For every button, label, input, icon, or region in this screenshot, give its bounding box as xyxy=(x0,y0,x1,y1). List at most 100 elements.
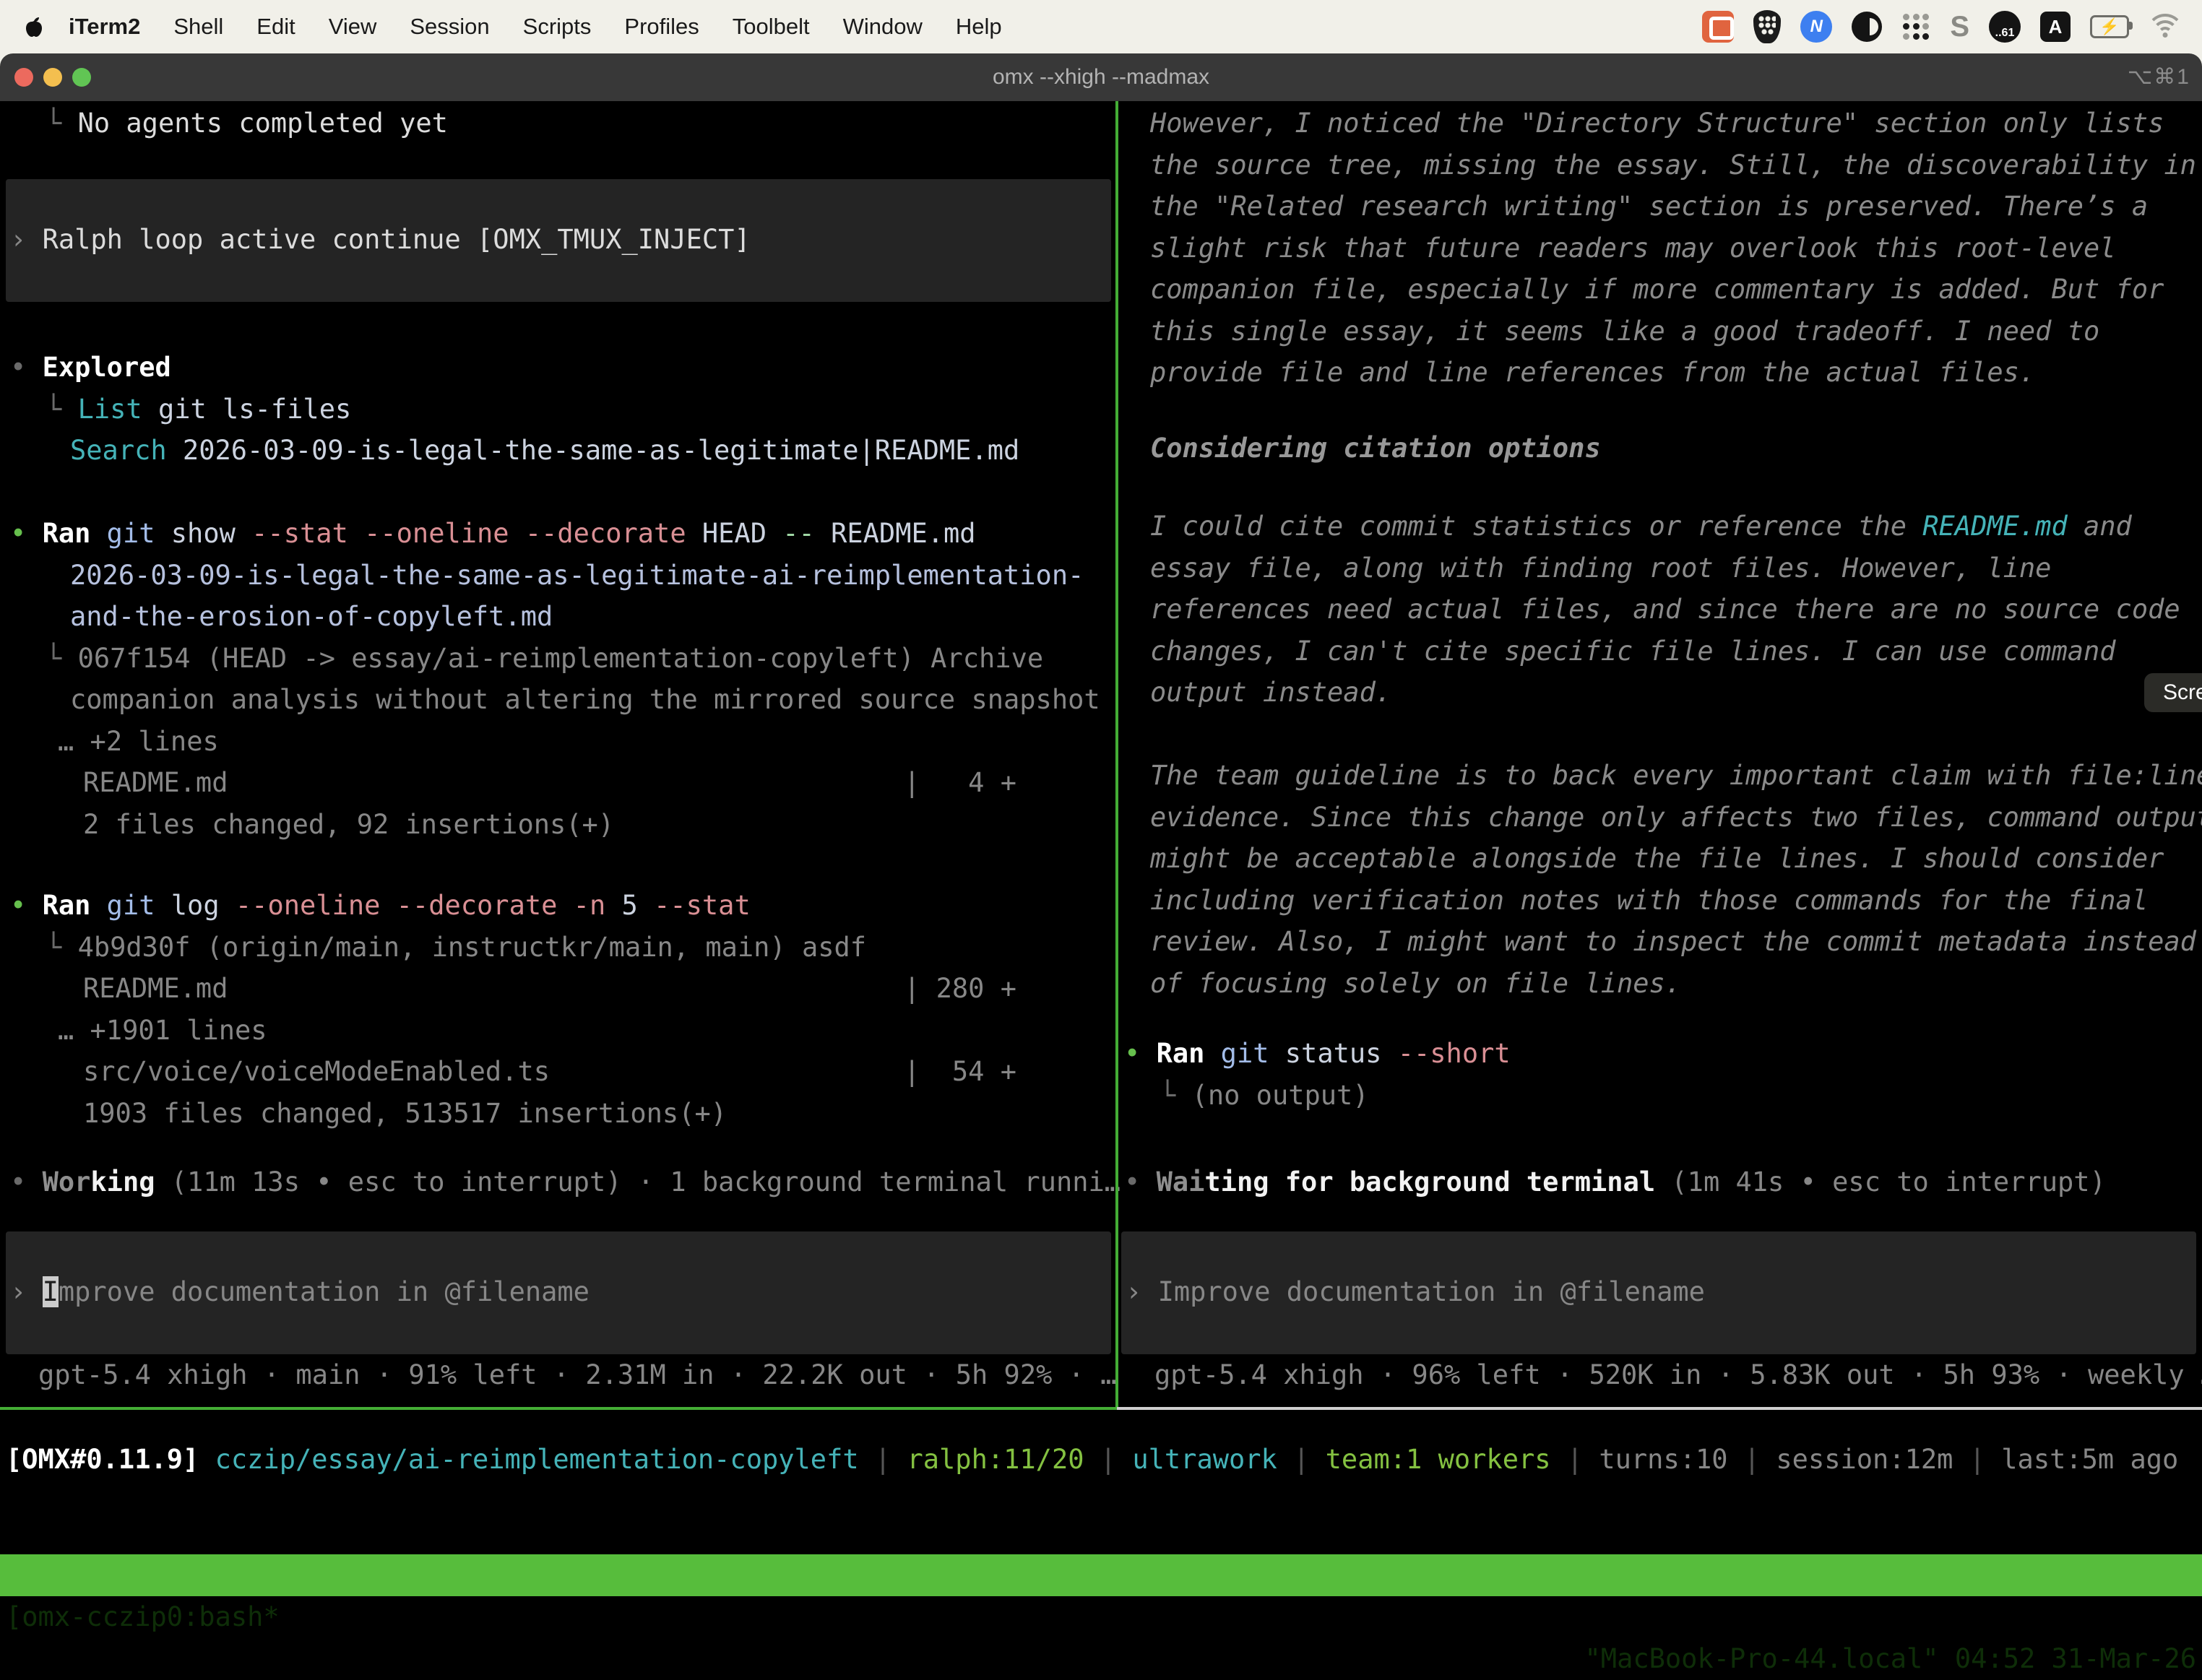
screen-share-label: Scre xyxy=(2163,680,2202,705)
terminal-line: └ 4b9d30f (origin/main, instructkr/main,… xyxy=(0,927,1116,969)
terminal-line: references need actual files, and since … xyxy=(1118,589,2202,631)
terminal-line: including verification notes with those … xyxy=(1118,880,2202,922)
terminal-block: › Improve documentation in @filename xyxy=(1118,1271,2202,1313)
menu-item-shell[interactable]: Shell xyxy=(157,14,240,40)
terminal-content[interactable]: └ No agents completed yet › Ralph loop ac… xyxy=(0,101,2202,1410)
terminal-line: … +1901 lines xyxy=(0,1010,1116,1052)
menu-item-edit[interactable]: Edit xyxy=(240,14,311,40)
terminal-line: companion file, especially if more comme… xyxy=(1118,269,2202,311)
terminal-line: and-the-erosion-of-copyleft.md xyxy=(0,596,1116,638)
terminal-line: src/voice/voiceModeEnabled.ts | 54 + xyxy=(0,1051,1116,1093)
terminal-line: the "Related research writing" section i… xyxy=(1118,186,2202,228)
menu-item-toolbelt[interactable]: Toolbelt xyxy=(716,14,826,40)
menu-bar: iTerm2 Shell Edit View Session Scripts P… xyxy=(0,0,2202,53)
terminal-line: output instead. xyxy=(1118,672,2202,714)
right-pane[interactable]: However, I noticed the "Directory Struct… xyxy=(1118,101,2202,1410)
inactive-pane-border xyxy=(1117,1407,2202,1410)
terminal-line: … +2 lines xyxy=(0,721,1116,763)
terminal-line: might be acceptable alongside the file l… xyxy=(1118,838,2202,880)
terminal-line: └ No agents completed yet xyxy=(0,103,1116,144)
terminal-block: └ No agents completed yet xyxy=(0,103,1116,144)
window-shortcut-badge: ⌥⌘1 xyxy=(2128,53,2190,101)
terminal-block: • Ran git show --stat --oneline --decora… xyxy=(0,513,1116,845)
s-curve-icon[interactable]: S xyxy=(1950,11,1969,43)
terminal-line: review. Also, I might want to inspect th… xyxy=(1118,921,2202,963)
prompt-input: › Improve documentation in @filename xyxy=(1118,1271,2202,1313)
terminal-line: 1903 files changed, 513517 insertions(+) xyxy=(0,1093,1116,1135)
terminal-block: • Ran git status --short└ (no output) xyxy=(1118,1033,2202,1116)
terminal-line: The team guideline is to back every impo… xyxy=(1118,755,2202,797)
model-status: gpt-5.4 xhigh · main · 91% left · 2.31M … xyxy=(0,1354,1116,1396)
terminal-line: this single essay, it seems like a good … xyxy=(1118,311,2202,352)
window-title: omx --xhigh --madmax xyxy=(0,53,2202,101)
terminal-line: README.md | 4 + xyxy=(0,762,1116,804)
menu-item-help[interactable]: Help xyxy=(939,14,1019,40)
tmux-status-bar: [omx-cczip0:bash* "MacBook-Pro-44.local"… xyxy=(0,1554,2202,1596)
ralph-loop-status: › Ralph loop active continue [OMX_TMUX_I… xyxy=(0,219,1116,261)
terminal-line: 2026-03-09-is-legal-the-same-as-legitima… xyxy=(0,555,1116,597)
omx-status-line: [OMX#0.11.9] cczip/essay/ai-reimplementa… xyxy=(6,1439,2178,1480)
terminal-line: However, I noticed the "Directory Struct… xyxy=(1118,103,2202,144)
tmux-host-clock: "MacBook-Pro-44.local" 04:52 31-Mar-26 xyxy=(1585,1638,2196,1680)
terminal-line: └ 067f154 (HEAD -> essay/ai-reimplementa… xyxy=(0,638,1116,680)
model-status: gpt-5.4 xhigh · 96% left · 520K in · 5.8… xyxy=(1118,1354,2202,1396)
shield-grid-icon[interactable] xyxy=(1753,10,1781,43)
menu-items: iTerm2 Shell Edit View Session Scripts P… xyxy=(0,14,1019,40)
thinking-heading: Considering citation options xyxy=(1118,428,2202,469)
prompt-input: › Improve documentation in @filename xyxy=(0,1271,1116,1313)
screen-share-overlay[interactable]: Scre xyxy=(2144,673,2202,712)
terminal-line: Search 2026-03-09-is-legal-the-same-as-l… xyxy=(0,430,1116,472)
terminal-block: • Explored└ List git ls-filesSearch 2026… xyxy=(0,347,1116,472)
keyboard-layout-icon[interactable]: A xyxy=(2040,12,2071,42)
menu-item-view[interactable]: View xyxy=(312,14,394,40)
dots-grid-icon[interactable] xyxy=(1901,12,1930,41)
terminal-line: • Explored xyxy=(0,347,1116,389)
menu-item-iterm2[interactable]: iTerm2 xyxy=(52,14,157,40)
working-status: • Working (11m 13s • esc to interrupt) ·… xyxy=(0,1161,1116,1203)
terminal-block: Considering citation options xyxy=(1118,428,2202,469)
terminal-block: › Ralph loop active continue [OMX_TMUX_I… xyxy=(0,219,1116,261)
terminal-block: • Waiting for background terminal (1m 41… xyxy=(1118,1161,2202,1203)
terminal-line: 2 files changed, 92 insertions(+) xyxy=(0,804,1116,846)
terminal-block: The team guideline is to back every impo… xyxy=(1118,755,2202,1004)
percent-badge-icon[interactable]: ..61 xyxy=(1989,11,2021,43)
menu-item-session[interactable]: Session xyxy=(393,14,506,40)
terminal-line: changes, I can't cite specific file line… xyxy=(1118,631,2202,672)
battery-icon[interactable]: ⚡ xyxy=(2090,15,2129,38)
tmux-session-label[interactable]: [omx-cczip0:bash* xyxy=(6,1596,280,1638)
terminal-line: • Ran git show --stat --oneline --decora… xyxy=(0,513,1116,555)
menu-item-scripts[interactable]: Scripts xyxy=(506,14,608,40)
terminal-line: the source tree, missing the essay. Stil… xyxy=(1118,144,2202,186)
terminal-line: README.md | 280 + xyxy=(0,968,1116,1010)
terminal-line: companion analysis without altering the … xyxy=(0,679,1116,721)
left-pane[interactable]: └ No agents completed yet › Ralph loop ac… xyxy=(0,101,1116,1410)
window-title-bar[interactable]: omx --xhigh --madmax ⌥⌘1 xyxy=(0,53,2202,101)
blue-badge-icon[interactable]: N xyxy=(1800,11,1832,43)
terminal-block: gpt-5.4 xhigh · main · 91% left · 2.31M … xyxy=(0,1354,1116,1396)
apple-icon[interactable] xyxy=(25,15,43,38)
menu-item-profiles[interactable]: Profiles xyxy=(608,14,715,40)
terminal-line: of focusing solely on file lines. xyxy=(1118,963,2202,1005)
active-pane-border xyxy=(0,1407,1117,1410)
terminal-block: I could cite commit statistics or refere… xyxy=(1118,506,2202,714)
terminal-line: I could cite commit statistics or refere… xyxy=(1118,506,2202,547)
terminal-line: • Ran git status --short xyxy=(1118,1033,2202,1075)
crescent-circle-icon[interactable] xyxy=(1852,12,1882,42)
chat-app-icon[interactable] xyxy=(1702,11,1734,43)
terminal-block: gpt-5.4 xhigh · 96% left · 520K in · 5.8… xyxy=(1118,1354,2202,1396)
pane-divider[interactable] xyxy=(1115,101,1118,1407)
wifi-icon[interactable] xyxy=(2149,14,2182,40)
terminal-line: • Ran git log --oneline --decorate -n 5 … xyxy=(0,885,1116,927)
terminal-block: › Improve documentation in @filename xyxy=(0,1271,1116,1313)
terminal-line: slight risk that future readers may over… xyxy=(1118,228,2202,269)
terminal-line: evidence. Since this change only affects… xyxy=(1118,797,2202,839)
terminal-block: • Ran git log --oneline --decorate -n 5 … xyxy=(0,885,1116,1134)
terminal-block: • Working (11m 13s • esc to interrupt) ·… xyxy=(0,1161,1116,1203)
menu-status-icons: N S ..61 A ⚡ xyxy=(1702,10,2202,43)
waiting-status: • Waiting for background terminal (1m 41… xyxy=(1118,1161,2202,1203)
menu-item-window[interactable]: Window xyxy=(826,14,939,40)
terminal-line: └ List git ls-files xyxy=(0,389,1116,430)
terminal-block: However, I noticed the "Directory Struct… xyxy=(1118,103,2202,394)
terminal-line: essay file, along with finding root file… xyxy=(1118,547,2202,589)
terminal-line: provide file and line references from th… xyxy=(1118,352,2202,394)
